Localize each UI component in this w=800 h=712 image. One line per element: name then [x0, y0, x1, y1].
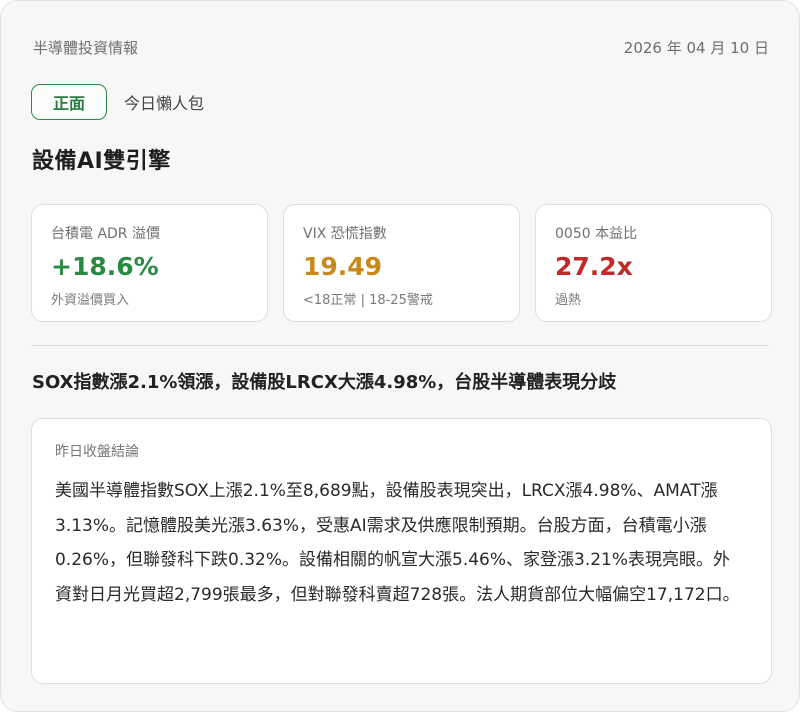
metric-note: 外資溢價買入: [51, 293, 130, 308]
metric-value: 19.49: [303, 252, 383, 281]
card-header: 半導體投資情報 2026 年 04 月 10 日: [33, 35, 769, 59]
section-divider: [31, 345, 769, 346]
metric-note: <18正常 | 18-25警戒: [303, 293, 433, 308]
metric-label: 台積電 ADR 溢價: [51, 226, 160, 242]
headline-title: 設備AI雙引擎: [32, 149, 171, 174]
date-label: 2026 年 04 月 10 日: [623, 38, 769, 57]
subtitle-label: 今日懶人包: [124, 94, 205, 113]
detail-label: 昨日收盤結論: [55, 444, 139, 460]
metrics-row: 台積電 ADR 溢價 +18.6% 外資溢價買入 VIX 恐慌指數 19.49 …: [31, 204, 772, 324]
briefing-card: 半導體投資情報 2026 年 04 月 10 日 正面 今日懶人包 設備AI雙引…: [0, 0, 800, 712]
brand-label: 半導體投資情報: [33, 38, 139, 57]
metric-card-pe-ratio: 0050 本益比 27.2x 過熱: [535, 204, 772, 322]
detail-body: 美國半導體指數SOX上漲2.1%至8,689點，設備股表現突出，LRCX漲4.9…: [55, 481, 740, 605]
metric-value: 27.2x: [555, 252, 633, 281]
detail-panel: 昨日收盤結論 美國半導體指數SOX上漲2.1%至8,689點，設備股表現突出，L…: [31, 418, 772, 684]
tag-row: 正面 今日懶人包: [31, 82, 204, 122]
metric-label: VIX 恐慌指數: [303, 226, 387, 242]
metric-card-adr-premium: 台積電 ADR 溢價 +18.6% 外資溢價買入: [31, 204, 268, 322]
metric-note: 過熱: [555, 293, 582, 308]
metric-label: 0050 本益比: [555, 226, 638, 242]
summary-headline: SOX指數漲2.1%領漲，設備股LRCX大漲4.98%，台股半導體表現分歧: [32, 372, 617, 393]
metric-value: +18.6%: [51, 252, 159, 281]
metric-card-vix: VIX 恐慌指數 19.49 <18正常 | 18-25警戒: [283, 204, 520, 322]
sentiment-badge: 正面: [31, 84, 107, 120]
